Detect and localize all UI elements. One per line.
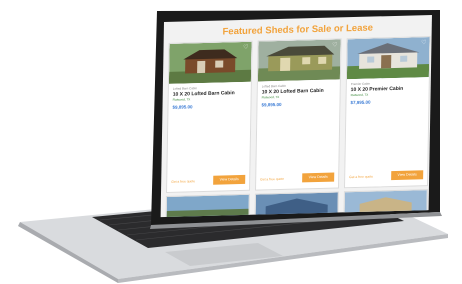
quote-link[interactable]: Get a free quote bbox=[349, 175, 373, 180]
listing-card[interactable]: ♡ Lofted Barn Cabin 10 X 20 Lofted Barn … bbox=[255, 38, 342, 191]
listing-thumbnail[interactable] bbox=[165, 193, 250, 218]
shed-photo[interactable]: ♡ bbox=[168, 41, 252, 84]
location-text: Flatwood, TX bbox=[172, 97, 191, 102]
listing-card[interactable]: ♡ Premier Cabin 10 X 20 Premier Cabin Fl… bbox=[343, 36, 431, 189]
screen-content: Featured Sheds for Sale or Lease ♡ Lofte… bbox=[160, 14, 432, 218]
card-body: Premier Cabin 10 X 20 Premier Cabin Flat… bbox=[346, 77, 428, 108]
price-text: $9,895.00 bbox=[261, 101, 282, 108]
price-text: $9,895.00 bbox=[172, 104, 193, 110]
favorite-icon[interactable]: ♡ bbox=[421, 39, 427, 46]
favorite-icon[interactable]: ♡ bbox=[243, 44, 249, 51]
location-text: Flatwood, TX bbox=[350, 92, 369, 98]
card-body: Lofted Barn Cabin 10 X 20 Lofted Barn Ca… bbox=[257, 79, 339, 110]
quote-link[interactable]: Get a free quote bbox=[260, 177, 284, 182]
favorite-icon[interactable]: ♡ bbox=[332, 41, 338, 48]
listing-cards: ♡ Lofted Barn Cabin 10 X 20 Lofted Barn … bbox=[166, 36, 431, 193]
card-body: Lofted Barn Cabin 10 X 20 Lofted Barn Ca… bbox=[168, 82, 250, 113]
price-text: $7,995.00 bbox=[350, 99, 371, 106]
shed-photo[interactable]: ♡ bbox=[257, 39, 341, 82]
location-text: Flatwood, TX bbox=[261, 94, 280, 100]
listing-card[interactable]: ♡ Lofted Barn Cabin 10 X 20 Lofted Barn … bbox=[166, 40, 253, 193]
view-details-button[interactable]: View Details bbox=[391, 170, 424, 181]
view-details-button[interactable]: View Details bbox=[213, 174, 246, 185]
quote-link[interactable]: Get a free quote bbox=[171, 179, 195, 184]
shed-photo[interactable]: ♡ bbox=[346, 37, 430, 80]
view-details-button[interactable]: View Details bbox=[302, 172, 335, 183]
